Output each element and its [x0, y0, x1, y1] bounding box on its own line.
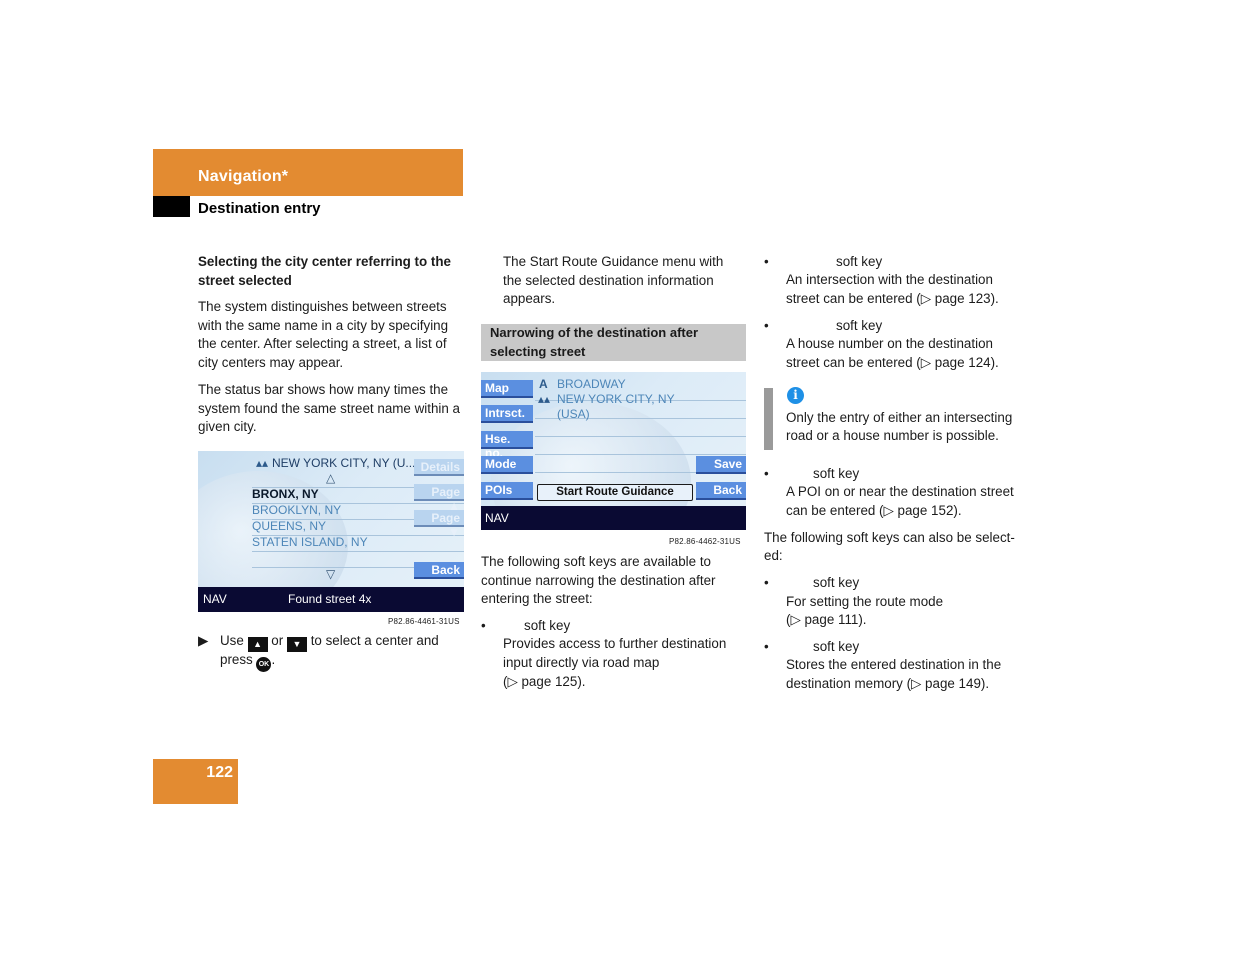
list-item-selected[interactable]: BRONX, NY — [252, 487, 319, 501]
bullet-house-number-desc: A house number on the destination — [786, 336, 993, 351]
bullet-intersection-page-ref[interactable]: street can be entered (▷ page 123). — [786, 290, 999, 309]
status-bar: NAV — [481, 506, 746, 530]
bullet-mode-page-ref[interactable]: (▷ page 111). — [786, 611, 867, 630]
list-item[interactable]: STATEN ISLAND, NY — [252, 535, 368, 549]
street-name: BROADWAY — [557, 377, 626, 391]
page-down-softkey[interactable]: Page ▼ — [414, 510, 464, 539]
status-nav-label: NAV — [485, 511, 509, 525]
up-key-icon: ▲ — [247, 637, 268, 652]
pois-softkey[interactable]: POIs — [481, 482, 533, 500]
instruction-arrow: ▶ — [198, 633, 209, 648]
city-center-screen: ▴▴ NEW YORK CITY, NY (U... △ BRONX, NY B… — [198, 451, 464, 612]
list-item[interactable]: BROOKLYN, NY — [252, 503, 341, 517]
section-marker — [153, 196, 190, 217]
bullet-mode-label: soft key — [813, 575, 860, 590]
instruction-line-2: press OK. — [220, 651, 275, 672]
divider — [252, 551, 464, 552]
bullet-pois-label: soft key — [813, 466, 860, 481]
bullet-glyph: • — [764, 639, 769, 654]
bullet-house-number-label: soft key — [836, 318, 883, 333]
start-route-guidance-button[interactable]: Start Route Guidance — [537, 484, 693, 501]
bullet-mode-desc: For setting the route mode — [786, 594, 944, 609]
down-key-icon: ▼ — [286, 637, 307, 652]
city-line: NEW YORK CITY, NY (U... — [272, 456, 416, 470]
info-note-bar — [764, 388, 773, 450]
map-softkey[interactable]: Map — [481, 380, 533, 398]
bullet-glyph: • — [764, 318, 769, 333]
bullet-map-page-ref[interactable]: (▷ page 125). — [503, 673, 586, 692]
bullet-glyph: • — [764, 575, 769, 590]
house-number-softkey[interactable]: Hse. no. — [481, 431, 533, 460]
intersection-softkey[interactable]: Intrsct. — [481, 405, 533, 423]
instruction-or: or — [271, 633, 284, 648]
paragraph-distinguish: The system distinguishes between streets… — [198, 299, 449, 370]
info-note-text: road or a house number is possible. — [786, 428, 999, 443]
instruction-rest: to select a center and — [310, 633, 439, 648]
route-guidance-screen: A BROADWAY ▴▴ NEW YORK CITY, NY (USA) Ma… — [481, 372, 746, 530]
chapter-title: Navigation* — [198, 168, 289, 185]
bullet-glyph: • — [764, 254, 769, 269]
status-nav-label: NAV — [203, 592, 227, 606]
divider — [535, 454, 746, 455]
bullet-glyph: • — [481, 618, 486, 633]
mode-softkey[interactable]: Mode — [481, 456, 533, 474]
bullet-intersection-desc: An intersection with the destination — [786, 272, 993, 287]
save-softkey[interactable]: Save — [696, 456, 746, 474]
bullet-map-label: soft key — [524, 618, 571, 633]
paragraph-status-bar: The status bar shows how many times the … — [198, 382, 460, 435]
bullet-save-label: soft key — [813, 639, 860, 654]
bullet-map-desc: Provides access to further destination — [503, 636, 727, 651]
page-up-softkey[interactable]: Page ▲ — [414, 484, 464, 513]
instruction-press: press — [220, 652, 253, 667]
bullet-intersection-label: soft key — [836, 254, 883, 269]
bullet-save-page-ref[interactable]: destination memory (▷ page 149). — [786, 675, 989, 694]
bullet-map-desc: input directly via road map — [503, 655, 660, 670]
figure-code: P82.86-4462-31US — [669, 537, 741, 546]
bullet-save-desc: Stores the entered destination in the — [786, 657, 1002, 672]
paragraph-also-selected-end: ed: — [764, 548, 783, 563]
instruction-line-1: Use ▲ or ▼ to select a center and — [220, 632, 470, 652]
paragraph-soft-keys-available: The following soft keys are available to… — [481, 554, 716, 607]
info-note-text: Only the entry of either an intersecting — [786, 410, 1013, 425]
instruction-use: Use — [220, 633, 244, 648]
city-name: NEW YORK CITY, NY — [557, 392, 675, 406]
back-softkey[interactable]: Back — [696, 482, 746, 500]
paragraph-also-selected: The following soft keys can also be sele… — [764, 530, 1015, 545]
scroll-down-icon[interactable]: ▽ — [326, 567, 335, 581]
bullet-house-number-page-ref[interactable]: street can be entered (▷ page 124). — [786, 354, 999, 373]
figure-code: P82.86-4461-31US — [388, 617, 460, 626]
city-icon: ▴▴ — [538, 392, 551, 406]
bullet-pois-desc: A POI on or near the destination street — [786, 484, 1014, 499]
instruction-end: . — [271, 652, 276, 667]
section-heading-box: Narrowing of the destination after selec… — [481, 324, 746, 361]
section-heading-text: Narrowing of the destination after selec… — [490, 325, 699, 359]
back-softkey[interactable]: Back — [414, 562, 464, 579]
city-icon: ▴▴ — [256, 456, 269, 470]
status-bar: NAV Found street 4x — [198, 587, 464, 612]
details-softkey[interactable]: Details — [414, 459, 464, 476]
divider — [535, 436, 746, 437]
scroll-up-icon[interactable]: △ — [326, 471, 335, 485]
country-name: (USA) — [557, 407, 590, 421]
street-icon: A — [539, 377, 548, 391]
bullet-pois-page-ref[interactable]: can be entered (▷ page 152). — [786, 502, 962, 521]
info-icon: i — [787, 387, 804, 404]
bullet-glyph: • — [764, 466, 769, 481]
page-number: 122 — [206, 764, 233, 781]
section-title: Destination entry — [198, 200, 321, 217]
paragraph-menu-appears: The Start Route Guidance menu with the s… — [503, 254, 724, 307]
subsection-heading: Selecting the city center referring to t… — [198, 254, 451, 288]
list-item[interactable]: QUEENS, NY — [252, 519, 326, 533]
ok-button-icon: OK — [256, 657, 272, 672]
status-found-text: Found street 4x — [288, 592, 372, 606]
